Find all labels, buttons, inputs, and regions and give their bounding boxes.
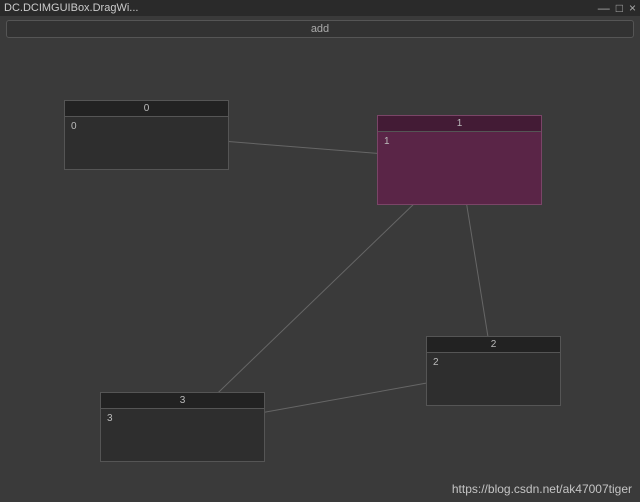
window-controls: — □ ×	[598, 0, 636, 16]
node[interactable]: 11	[377, 115, 542, 205]
window-title: DC.DCIMGUIBox.DragWi...	[4, 2, 138, 14]
node[interactable]: 22	[426, 336, 561, 406]
maximize-icon[interactable]: □	[616, 2, 623, 14]
node[interactable]: 33	[100, 392, 265, 462]
node-title: 2	[427, 337, 560, 353]
close-icon[interactable]: ×	[629, 2, 636, 14]
node-body: 3	[101, 409, 264, 428]
node-body: 1	[378, 132, 541, 151]
node-body: 2	[427, 353, 560, 372]
node-body: 0	[65, 117, 228, 136]
node-title: 0	[65, 101, 228, 117]
minimize-icon[interactable]: —	[598, 2, 610, 14]
node-title: 1	[378, 116, 541, 132]
titlebar: DC.DCIMGUIBox.DragWi... — □ ×	[0, 0, 640, 16]
node-canvas[interactable]: 00 11 22 33	[0, 40, 640, 502]
add-button[interactable]: add	[6, 20, 634, 38]
node-title: 3	[101, 393, 264, 409]
add-button-label: add	[311, 23, 329, 35]
node[interactable]: 00	[64, 100, 229, 170]
